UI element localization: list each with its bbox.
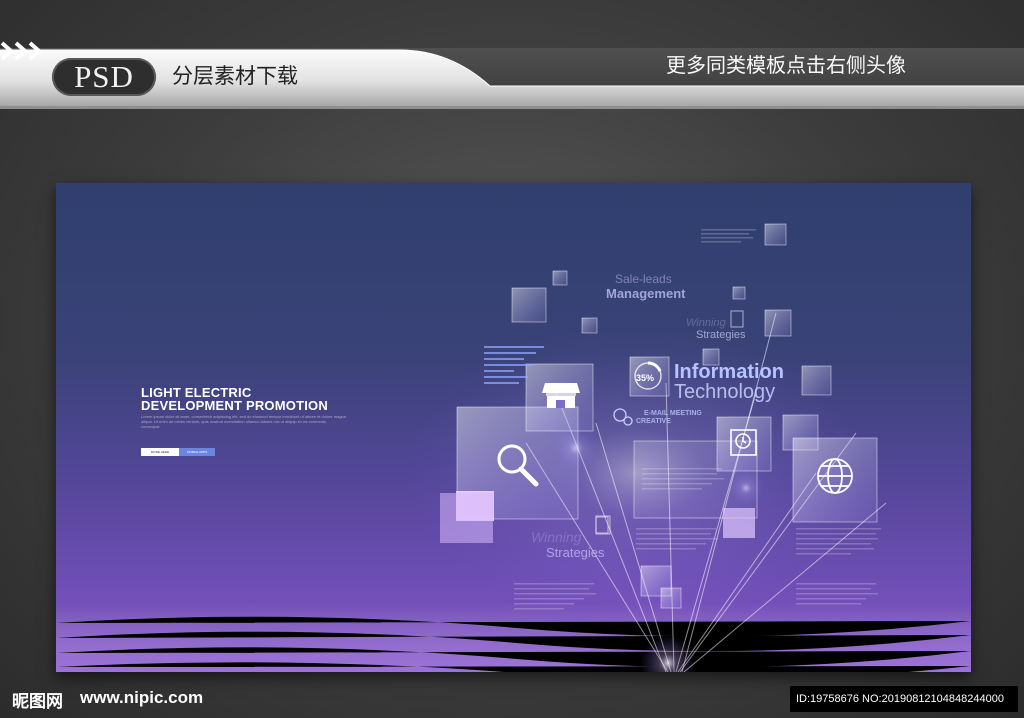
winning-bottom-label: Winning bbox=[531, 529, 582, 545]
headline: LIGHT ELECTRIC DEVELOPMENT PROMOTION bbox=[141, 386, 381, 412]
banner-right-link[interactable]: 更多同类模板点击右侧头像 bbox=[666, 54, 906, 78]
percent-label: 35% bbox=[636, 373, 655, 383]
technology-label: Technology bbox=[674, 381, 776, 403]
strategies-top-label: Strategies bbox=[696, 329, 746, 341]
psd-badge: PSD bbox=[52, 58, 156, 96]
store-icon bbox=[542, 383, 580, 408]
nipic-logo: 昵图网 bbox=[12, 692, 63, 711]
body-copy: Lorem ipsum dolor sit amet, consectetur … bbox=[141, 414, 346, 429]
triple-chevron-right-icon[interactable] bbox=[0, 40, 50, 62]
creative-label: CREATIVE bbox=[636, 418, 671, 425]
id-strip: ID:19758676 NO:20190812104848244000 bbox=[790, 686, 1018, 712]
strategies-bottom-label: Strategies bbox=[546, 545, 605, 560]
winning-top-label: Winning bbox=[686, 317, 726, 329]
banner-left-text: 分层素材下载 bbox=[172, 65, 298, 88]
mobile-apps-button[interactable]: MOBILE APPS bbox=[179, 448, 215, 456]
sale-leads-label: Sale-leads bbox=[615, 272, 672, 286]
poster-artboard: LIGHT ELECTRIC DEVELOPMENT PROMOTION Lor… bbox=[56, 183, 971, 672]
top-banner: PSD 分层素材下载 更多同类模板点击右侧头像 bbox=[0, 40, 1024, 112]
management-label: Management bbox=[606, 286, 686, 301]
more-here-button[interactable]: MORE HERE bbox=[141, 448, 179, 456]
email-meeting-label: E-MAIL MEETING bbox=[644, 410, 702, 417]
headline-line2: DEVELOPMENT PROMOTION bbox=[141, 398, 328, 413]
nipic-url[interactable]: www.nipic.com bbox=[80, 688, 203, 708]
